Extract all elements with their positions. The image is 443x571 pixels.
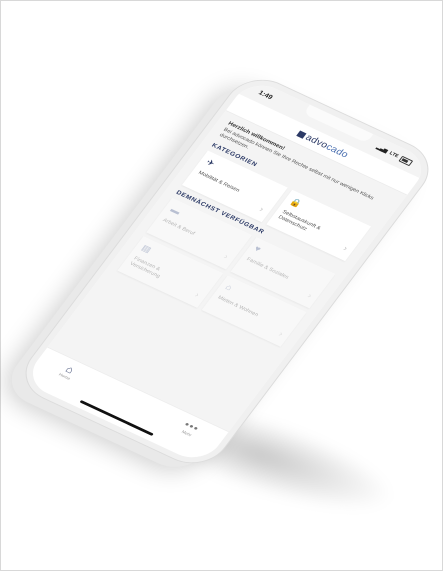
tab-more[interactable]: ••• Mehr (179, 419, 202, 438)
chevron-right-icon: › (276, 329, 286, 339)
status-time: 1:49 (257, 89, 274, 101)
chevron-right-icon: › (341, 243, 350, 253)
logo-text-part2: cado (323, 141, 351, 160)
chevron-right-icon: › (257, 204, 266, 214)
chevron-right-icon: › (221, 251, 231, 261)
chevron-right-icon: › (305, 291, 315, 300)
battery-icon (398, 155, 414, 166)
tab-home[interactable]: ⌂ Home (58, 363, 79, 381)
chevron-right-icon: › (193, 290, 202, 300)
signal-icon: ▂▄▆ (375, 144, 389, 154)
network-label: LTE (388, 150, 400, 160)
